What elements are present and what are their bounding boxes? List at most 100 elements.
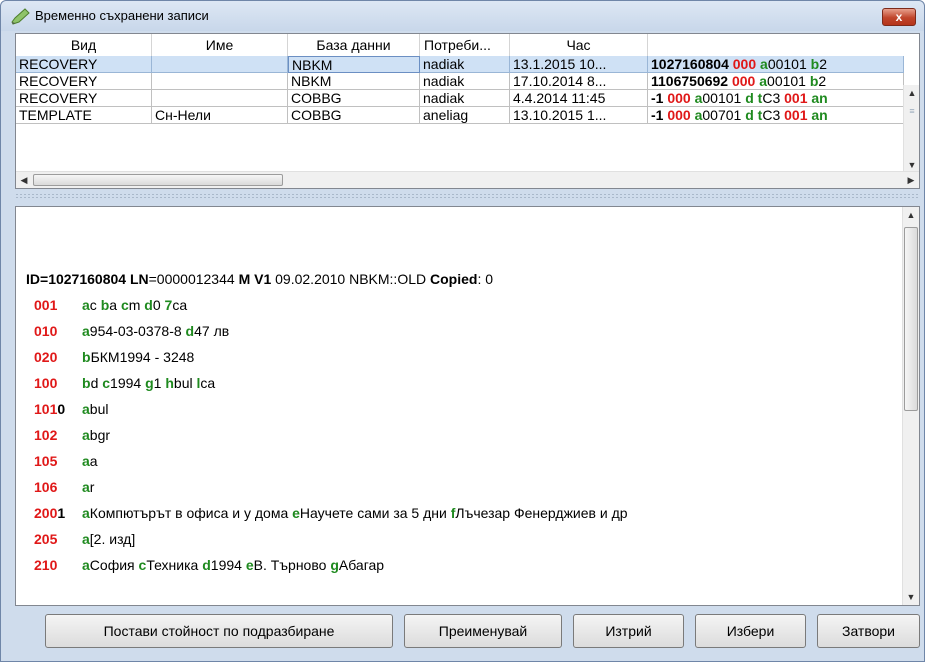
set-default-button[interactable]: Постави стойност по подразбиране: [45, 614, 393, 648]
column-header-name[interactable]: Име: [152, 34, 288, 56]
table-cell-record[interactable]: -1 000 a00701 d tC3 001 an: [648, 107, 904, 124]
select-button[interactable]: Избери: [695, 614, 806, 648]
record-preview[interactable]: ID=1027160804 LN=0000012344 M V1 09.02.2…: [15, 206, 920, 606]
scroll-down-icon[interactable]: ▼: [903, 589, 919, 605]
text-run: ID=: [26, 271, 49, 287]
column-header-time[interactable]: Час: [510, 34, 648, 56]
text-run: 1: [153, 375, 166, 391]
table-cell-time[interactable]: 4.4.2014 11:45: [510, 90, 648, 107]
text-run: 954-03-0378-8: [89, 323, 186, 339]
text-run: c: [89, 297, 101, 313]
table-cell-kind[interactable]: TEMPLATE: [16, 107, 152, 124]
table-cell-time[interactable]: 13.10.2015 1...: [510, 107, 648, 124]
field-value: bБКМ1994 - 3248: [82, 349, 194, 365]
grid-horizontal-scrollbar[interactable]: ◀ ▶: [16, 171, 919, 188]
field-tag-number: 200: [34, 505, 58, 521]
table-row[interactable]: TEMPLATE Сн-Нели COBBG aneliag 13.10.2015 1.…: [16, 107, 904, 124]
table-cell-time[interactable]: 13.1.2015 10...: [510, 56, 648, 73]
scroll-up-icon[interactable]: ▲: [904, 85, 920, 101]
text-run: 0: [152, 297, 165, 313]
text-run: b: [82, 375, 91, 391]
text-run: a: [759, 73, 768, 89]
table-cell-name[interactable]: Сн-Нели: [152, 107, 288, 124]
text-run: 001: [784, 107, 812, 123]
scroll-up-icon[interactable]: ▲: [903, 207, 919, 223]
text-run: bul: [89, 401, 109, 417]
text-run: =0000012344: [148, 271, 239, 287]
table-cell-db[interactable]: NBKM: [288, 56, 420, 73]
text-run: 001: [784, 90, 812, 106]
table-cell-kind[interactable]: RECOVERY: [16, 56, 152, 73]
table-cell-record[interactable]: 1106750692 000 a00101 b2: [648, 73, 904, 90]
table-cell-db[interactable]: COBBG: [288, 107, 420, 124]
close-icon[interactable]: x: [882, 8, 916, 26]
text-run: 00101: [767, 56, 811, 72]
table-cell-user[interactable]: nadiak: [420, 73, 510, 90]
field-tag: 106: [34, 479, 57, 495]
field-tag-number: 105: [34, 453, 58, 469]
text-run: d: [185, 323, 195, 339]
field-tag: 210: [34, 557, 57, 573]
text-run: e: [245, 557, 254, 573]
table-cell-time[interactable]: 17.10.2014 8...: [510, 73, 648, 90]
table-cell-db[interactable]: NBKM: [288, 73, 420, 90]
text-run: a: [82, 427, 90, 443]
table-cell-user[interactable]: aneliag: [420, 107, 510, 124]
table-cell-name[interactable]: [152, 73, 288, 90]
column-header-kind[interactable]: Вид: [16, 34, 152, 56]
field-value: abgr: [82, 427, 110, 443]
text-run: 2: [819, 56, 827, 72]
grid-vertical-scrollbar[interactable]: ▲ ≡ ▼: [903, 85, 919, 173]
temp-records-dialog: Временно съхранени записи x Вид Име База…: [0, 0, 925, 662]
records-grid[interactable]: Вид Име База данни Потреби... Час RECOVE…: [15, 33, 920, 189]
title-bar[interactable]: Временно съхранени записи x: [1, 1, 924, 31]
text-run: БКМ1994 - 3248: [90, 349, 195, 365]
text-run: a: [89, 453, 98, 469]
column-header-user[interactable]: Потреби...: [420, 34, 510, 56]
text-run: Компютърът в офиса и у дома: [89, 505, 293, 521]
horizontal-scroll-thumb[interactable]: [33, 174, 283, 186]
text-run: 09.02.2010 NBKM::OLD: [275, 271, 431, 287]
text-run: C3: [762, 107, 785, 123]
table-cell-name[interactable]: [152, 90, 288, 107]
text-run: В. Търново: [253, 557, 331, 573]
table-cell-kind[interactable]: RECOVERY: [16, 90, 152, 107]
text-run: d: [202, 557, 211, 573]
text-run: r: [89, 479, 95, 495]
text-run: C3: [762, 90, 785, 106]
text-run: a: [82, 297, 90, 313]
field-tag: 020: [34, 349, 57, 365]
table-cell-kind[interactable]: RECOVERY: [16, 73, 152, 90]
text-run: g: [145, 375, 154, 391]
field-tag-number: 106: [34, 479, 58, 495]
close-button[interactable]: Затвори: [817, 614, 920, 648]
scroll-left-icon[interactable]: ◀: [16, 172, 32, 188]
field-tag: 205: [34, 531, 57, 547]
record-scroll-thumb[interactable]: [904, 227, 918, 411]
table-cell-record[interactable]: 1027160804 000 a00101 b2: [648, 56, 904, 73]
text-run: b: [100, 297, 110, 313]
delete-button[interactable]: Изтрий: [573, 614, 684, 648]
text-run: a: [82, 557, 90, 573]
table-cell-record[interactable]: -1 000 a00101 d tC3 001 an: [648, 90, 904, 107]
rename-button[interactable]: Преименувай: [404, 614, 562, 648]
field-value: abul: [82, 401, 108, 417]
field-tag: 2001: [34, 505, 65, 521]
table-cell-user[interactable]: nadiak: [420, 90, 510, 107]
column-header-database[interactable]: База данни: [288, 34, 420, 56]
scroll-thumb-grip-icon[interactable]: ≡: [904, 103, 920, 119]
table-cell-name[interactable]: [152, 56, 288, 73]
table-cell-user[interactable]: nadiak: [420, 56, 510, 73]
text-run: : 0: [477, 271, 494, 287]
table-cell-db[interactable]: COBBG: [288, 90, 420, 107]
field-tag-number: 101: [34, 401, 58, 417]
table-row[interactable]: RECOVERY NBKM nadiak 17.10.2014 8... 1106750…: [16, 73, 904, 90]
record-vertical-scrollbar[interactable]: ▲ ▼: [902, 207, 919, 605]
panel-splitter[interactable]: [15, 193, 920, 199]
table-row[interactable]: RECOVERY COBBG nadiak 4.4.2014 11:45 -1 000 …: [16, 90, 904, 107]
text-run: 2: [818, 73, 827, 89]
scroll-right-icon[interactable]: ▶: [903, 172, 919, 188]
text-run: a: [109, 297, 121, 313]
text-run: Copied: [430, 271, 478, 287]
table-row[interactable]: RECOVERY NBKM nadiak 13.1.2015 10... 1027160…: [16, 56, 904, 73]
